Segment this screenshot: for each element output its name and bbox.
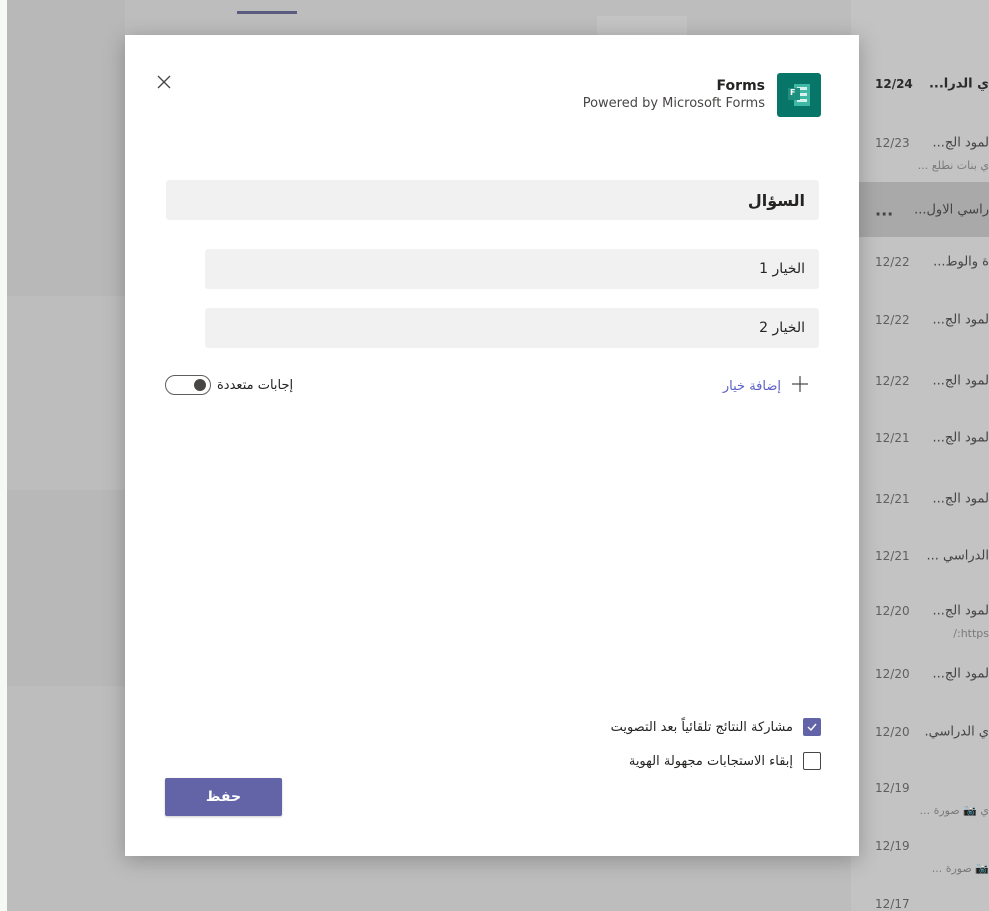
background-band [7,0,125,296]
chat-list-item[interactable]: 12/19 ي 📷 صورة ... [851,774,989,822]
chat-title: لمود الج... [932,135,989,151]
share-results-checkbox[interactable] [803,718,821,736]
toggle-knob [194,379,206,391]
chat-title: راسي الاول... [914,202,989,217]
chat-date: 12/21 [875,549,910,563]
chat-list: 12/24 ي الدرا... 12/23 لمود الج... ي بنا… [851,0,989,911]
share-results-label: مشاركة النتائج تلقائياً بعد التصويت [610,719,793,735]
chat-date: 12/20 [875,667,910,681]
forms-title: Forms [716,78,765,94]
anonymous-checkbox[interactable] [803,752,821,770]
checkmark-icon [807,723,817,732]
share-results-setting: مشاركة النتائج تلقائياً بعد التصويت [611,718,821,736]
chat-title: لمود الج... [932,491,989,507]
chat-title: لمود الج... [932,666,989,682]
chat-list-item[interactable]: 12/21 لمود الج... [851,475,989,523]
chat-date: 12/22 [875,374,910,388]
chat-preview: ي بنات نطلع ... [917,158,989,172]
anonymous-label: إبقاء الاستجابات مجهولة الهوية [628,753,793,769]
chat-date: 12/21 [875,492,910,506]
chat-list-item[interactable]: 12/24 ي الدرا... [851,60,989,108]
chat-list-item[interactable]: 12/22 لمود الج... [851,296,989,344]
option-1-input[interactable]: الخيار 1 [205,249,819,289]
chat-date: 12/22 [875,255,910,269]
chat-list-item[interactable]: 12/19 📷 صورة ... [851,832,989,880]
forms-logo-icon: F [777,73,821,117]
chat-title: ي الدرا... [928,76,989,92]
background-active-tab [237,11,297,14]
chat-title: الدراسي ... [926,548,989,564]
option-2-input[interactable]: الخيار 2 [205,308,819,348]
forms-logo-letter: F [790,88,796,97]
save-button[interactable]: حفظ [165,778,282,816]
close-icon[interactable] [153,71,175,93]
anonymous-setting: إبقاء الاستجابات مجهولة الهوية [629,752,821,770]
forms-poll-dialog: F Forms Powered by Microsoft Forms السؤا… [125,35,859,856]
question-input[interactable]: السؤال [166,180,819,220]
chat-list-item[interactable]: 12/22 ة والوط... [851,238,989,286]
chat-date: 12/23 [875,136,910,151]
multiple-answers-label: إجابات متعددة [217,377,294,393]
chat-title: ي الدراسي. [924,724,989,740]
multiple-answers-setting: إجابات متعددة [165,375,293,395]
chat-list-item[interactable]: 12/20 لمود الج... [851,650,989,698]
chat-list-item[interactable]: 12/21 لمود الج... [851,414,989,462]
more-options-icon[interactable]: ... [875,200,893,219]
chat-title: لمود الج... [932,312,989,328]
background-band [7,490,125,686]
add-option-label: إضافة خيار [722,378,781,394]
chat-list-item-selected[interactable]: ... راسي الاول... [851,182,989,237]
forms-subtitle: Powered by Microsoft Forms [582,96,765,111]
chat-preview: 📷 صورة ... [931,861,989,875]
multiple-answers-toggle[interactable] [165,375,211,395]
chat-title: لمود الج... [932,430,989,446]
chat-title: لمود الج... [932,373,989,389]
chat-date: 12/19 [875,839,910,854]
chat-preview: https:/ [953,626,989,640]
chat-date: 12/20 [875,725,910,739]
forms-header: F Forms Powered by Microsoft Forms [583,73,821,117]
chat-list-item[interactable]: 12/20 ي الدراسي. [851,708,989,756]
chat-date: 12/22 [875,313,910,327]
chat-date: 12/20 [875,604,910,619]
add-option-button[interactable]: إضافة خيار [723,375,809,397]
chat-list-item[interactable]: 12/17 [851,890,989,911]
chat-list-item[interactable]: 12/23 لمود الج... ي بنات نطلع ... [851,129,989,177]
chat-list-item[interactable]: 12/20 لمود الج... https:/ [851,597,989,645]
chat-title: لمود الج... [932,603,989,619]
chat-preview: ي 📷 صورة ... [919,803,989,817]
chat-date: 12/24 [875,77,913,91]
chat-date: 12/21 [875,431,910,445]
chat-title: ة والوط... [933,254,989,270]
chat-list-item[interactable]: 12/21 الدراسي ... [851,532,989,580]
chat-list-item[interactable]: 12/22 لمود الج... [851,357,989,405]
chat-date: 12/19 [875,781,910,796]
chat-date: 12/17 [875,897,910,911]
plus-icon [791,375,809,397]
